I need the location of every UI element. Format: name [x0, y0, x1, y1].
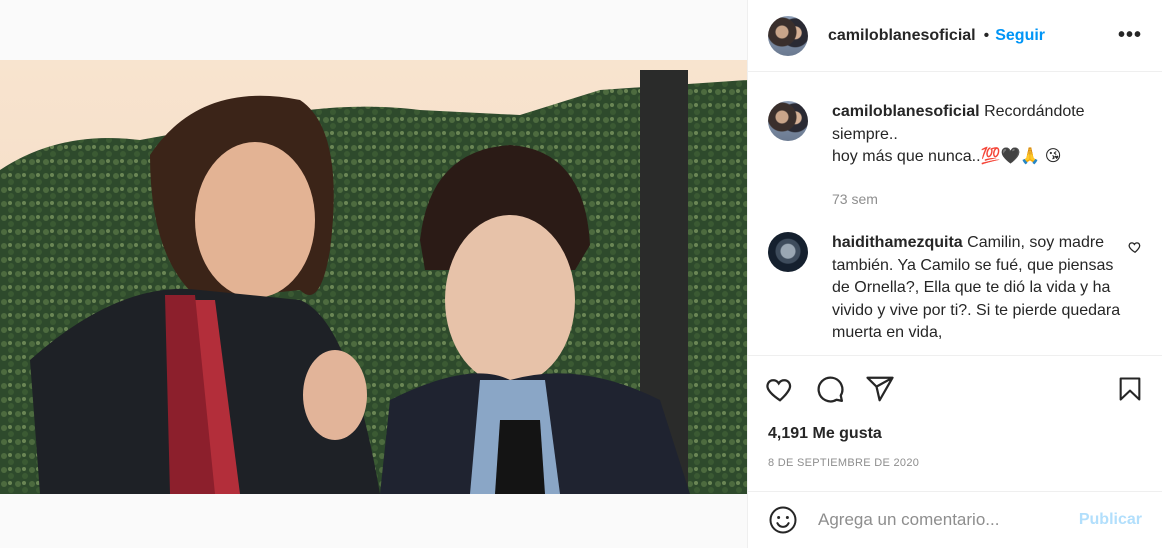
commenter-avatar[interactable]: [768, 232, 808, 272]
post-side-panel: camiloblanesoficial • Seguir ••• camilob…: [747, 0, 1162, 548]
author-username[interactable]: camiloblanesoficial: [828, 27, 976, 45]
photo-area: [0, 0, 747, 548]
caption-body: camiloblanesoficial Recordándote siempre…: [832, 101, 1122, 210]
caption-username[interactable]: camiloblanesoficial: [832, 103, 980, 120]
commenter-username[interactable]: haidithamezquita: [832, 234, 963, 251]
author-avatar[interactable]: [768, 15, 808, 56]
caption-emojis: 💯🖤🙏 😘: [980, 148, 1062, 165]
comment-icon: [817, 376, 844, 402]
save-button[interactable]: [1114, 373, 1146, 405]
publish-button[interactable]: Publicar: [1079, 511, 1142, 529]
post-date: 8 DE SEPTIEMBRE DE 2020: [768, 457, 920, 469]
post-photo[interactable]: [0, 60, 747, 494]
comment-like-icon[interactable]: [1128, 240, 1142, 254]
more-icon[interactable]: •••: [1118, 24, 1142, 47]
like-button[interactable]: [764, 373, 796, 405]
likes-count[interactable]: 4,191 Me gusta: [768, 425, 882, 443]
action-bar: [748, 355, 1162, 421]
comment-body: haidithamezquita Camilin, soy madre tamb…: [832, 232, 1122, 345]
caption: camiloblanesoficial Recordándote siempre…: [768, 73, 1142, 210]
comment-input[interactable]: [818, 510, 1079, 530]
comments-list[interactable]: camiloblanesoficial Recordándote siempre…: [748, 73, 1162, 355]
share-icon: [866, 376, 894, 401]
caption-avatar[interactable]: [768, 101, 808, 141]
comment-item: haidithamezquita Camilin, soy madre tamb…: [768, 204, 1142, 345]
emoji-icon[interactable]: [768, 505, 798, 535]
post-photo-illustration: [0, 60, 747, 494]
heart-icon: [766, 378, 792, 402]
caption-line-2: hoy más que nunca..: [832, 148, 981, 165]
post-header: camiloblanesoficial • Seguir •••: [748, 0, 1162, 72]
add-comment-bar: Publicar: [748, 491, 1162, 548]
share-button[interactable]: [864, 373, 896, 405]
follow-button[interactable]: Seguir: [995, 27, 1045, 45]
comment-button[interactable]: [814, 373, 846, 405]
separator-dot: •: [983, 26, 990, 44]
bookmark-icon: [1119, 376, 1141, 401]
